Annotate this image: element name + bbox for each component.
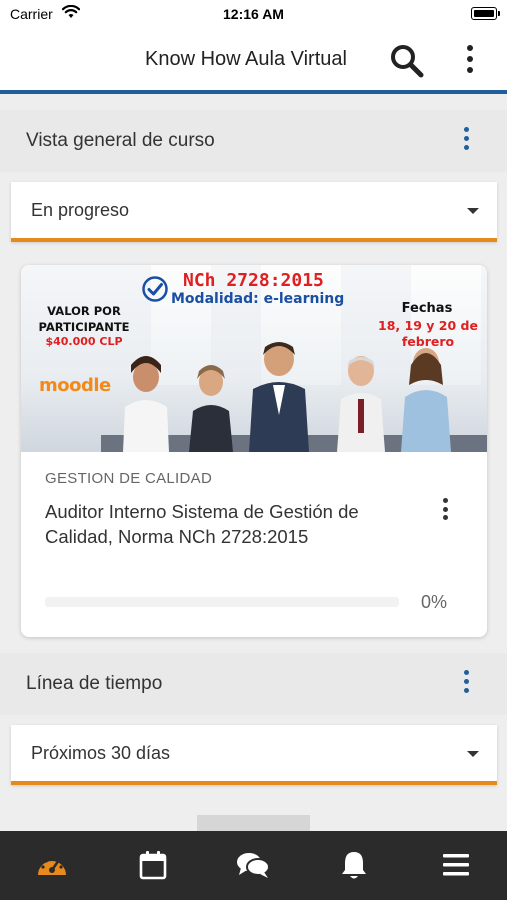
course-progress-label: 0%	[420, 592, 447, 612]
caret-down-icon	[467, 208, 479, 214]
bottom-tab-bar	[0, 831, 507, 900]
battery-cap	[498, 11, 500, 16]
dashboard-icon[interactable]	[32, 845, 72, 885]
image-modality: Modalidad: e-learning	[171, 291, 345, 307]
course-overview-menu-icon[interactable]	[461, 127, 471, 155]
course-progress-bar	[45, 597, 399, 607]
check-circle-icon	[141, 275, 169, 303]
course-name-link[interactable]: Auditor Interno Sistema de Gestión de Ca…	[45, 499, 415, 549]
image-price-heading: VALOR POR PARTICIPANTE	[38, 304, 130, 334]
moodle-logo: moodle	[39, 375, 111, 396]
menu-icon[interactable]	[436, 845, 476, 885]
app-header: Know How Aula Virtual	[0, 30, 507, 90]
course-filter-dropdown[interactable]: En progreso	[11, 182, 497, 242]
people-photo	[101, 342, 487, 452]
timeline-title: Línea de tiempo	[26, 673, 163, 694]
timeline-filter-dropdown[interactable]: Próximos 30 días	[11, 725, 497, 785]
more-vertical-icon[interactable]	[458, 42, 482, 78]
timeline-header: Línea de tiempo	[0, 653, 507, 715]
course-options-icon[interactable]	[441, 498, 449, 524]
course-overview-header: Vista general de curso	[0, 110, 507, 172]
messages-icon[interactable]	[233, 845, 273, 885]
course-category: GESTION DE CALIDAD	[45, 470, 213, 487]
search-icon[interactable]	[388, 42, 426, 80]
timeline-filter-value: Próximos 30 días	[31, 743, 171, 763]
scroll-handle[interactable]	[197, 815, 310, 831]
image-dates-heading: Fechas	[401, 301, 453, 316]
course-filter-value: En progreso	[31, 200, 130, 220]
app-title: Know How Aula Virtual	[145, 48, 347, 70]
course-image: NCh 2728:2015 Modalidad: e-learning VALO…	[21, 265, 487, 452]
caret-down-icon	[467, 751, 479, 757]
notifications-icon[interactable]	[334, 845, 374, 885]
battery-icon	[471, 7, 497, 20]
image-course-code: NCh 2728:2015	[183, 270, 324, 291]
header-divider	[0, 90, 507, 94]
status-bar: Carrier 12:16 AM	[0, 0, 507, 30]
course-overview-title: Vista general de curso	[26, 130, 215, 151]
status-time: 12:16 AM	[223, 6, 284, 22]
course-card[interactable]: NCh 2728:2015 Modalidad: e-learning VALO…	[21, 265, 487, 637]
calendar-icon[interactable]	[133, 845, 173, 885]
timeline-menu-icon[interactable]	[461, 670, 471, 698]
